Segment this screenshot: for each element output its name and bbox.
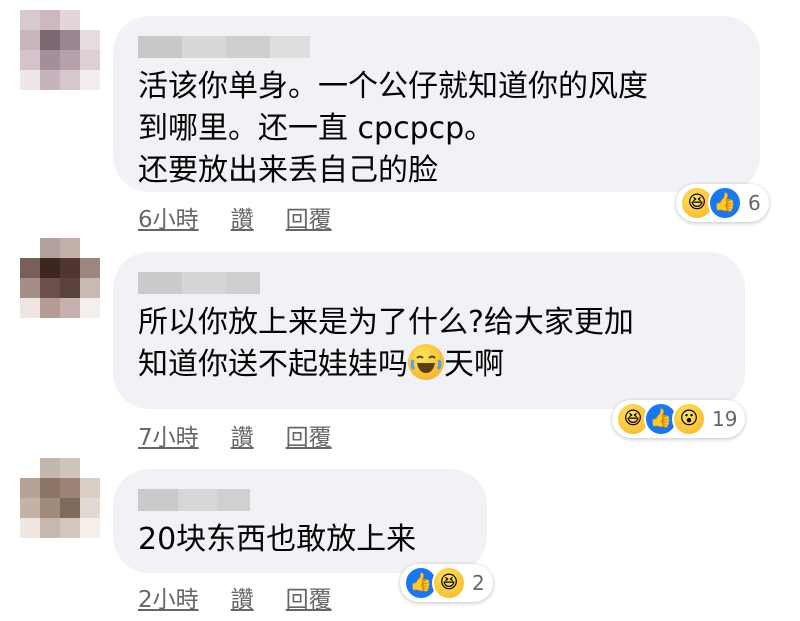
reaction-summary[interactable]: 👍 😆 2 [400,564,493,602]
comment-text-main: 所以你放上来是为了什么?给大家更加 知道你送不起娃娃吗 [138,305,634,382]
avatar[interactable] [20,458,100,538]
timestamp-link[interactable]: 7小時 [138,418,199,452]
comment-text: 所以你放上来是为了什么?给大家更加 知道你送不起娃娃吗 天啊 [138,302,634,386]
wow-icon: 😮 [672,402,706,436]
reaction-summary[interactable]: 😆 👍 😮 19 [612,400,746,438]
haha-icon: 😆 [432,566,466,600]
like-button[interactable]: 讚 [231,200,254,234]
timestamp-link[interactable]: 2小時 [138,580,199,614]
reply-button[interactable]: 回覆 [286,418,332,452]
reaction-count: 19 [712,407,738,431]
reaction-count: 2 [472,571,485,595]
author-name-blurred[interactable] [138,36,310,58]
comment-text: 活该你单身。一个公仔就知道你的风度 到哪里。还一直 cpcpcp。 还要放出来丢… [138,69,648,188]
like-button[interactable]: 讚 [231,418,254,452]
comment-text-tail: 天啊 [444,347,504,382]
comment-actions: 2小時 讚 回覆 [138,580,332,614]
author-name-blurred[interactable] [138,489,250,511]
avatar[interactable] [20,238,100,318]
comment-bubble: 活该你单身。一个公仔就知道你的风度 到哪里。还一直 cpcpcp。 还要放出来丢… [113,16,760,192]
author-name-blurred[interactable] [138,272,260,294]
reply-button[interactable]: 回覆 [286,580,332,614]
comment-text: 20块东西也敢放上来 [138,522,417,557]
comment-actions: 6小時 讚 回覆 [138,200,332,234]
avatar[interactable] [20,10,100,90]
timestamp-link[interactable]: 6小時 [138,200,199,234]
crying-laughing-emoji-icon [408,344,444,380]
reaction-summary[interactable]: 😆 👍 6 [676,184,769,222]
like-icon: 👍 [708,186,742,220]
comment-actions: 7小時 讚 回覆 [138,418,332,452]
reply-button[interactable]: 回覆 [286,200,332,234]
like-button[interactable]: 讚 [231,580,254,614]
reaction-count: 6 [748,191,761,215]
comment-bubble: 20块东西也敢放上来 [113,469,487,573]
comment-bubble: 所以你放上来是为了什么?给大家更加 知道你送不起娃娃吗 天啊 [113,252,745,409]
